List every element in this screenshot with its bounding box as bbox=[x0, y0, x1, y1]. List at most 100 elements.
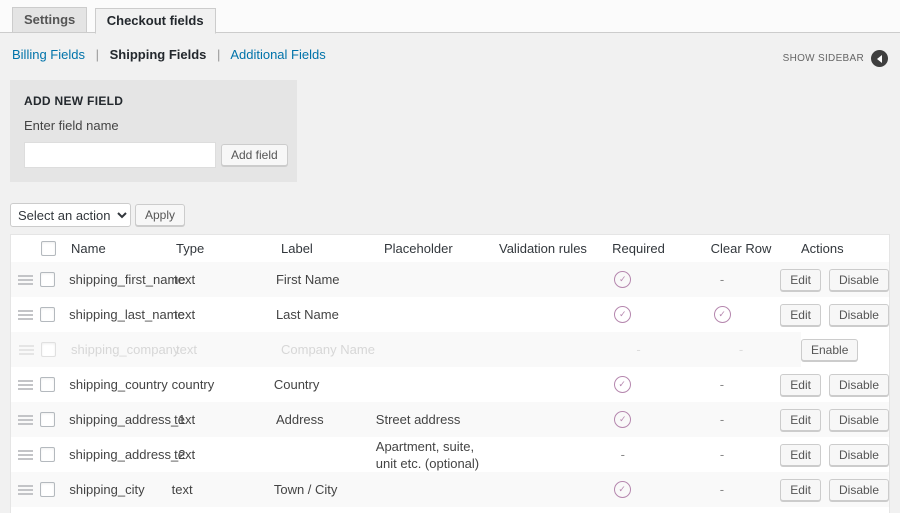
left-arrow-icon bbox=[877, 55, 882, 63]
drag-handle-icon[interactable] bbox=[18, 275, 33, 277]
show-sidebar-label: SHOW SIDEBAR bbox=[783, 53, 864, 64]
clear-row-dash: - bbox=[720, 481, 724, 498]
required-cell: ✓ bbox=[582, 297, 664, 332]
checkbox-cell bbox=[41, 332, 71, 367]
drag-handle-icon[interactable] bbox=[19, 345, 34, 347]
column-header-actions: Actions bbox=[801, 235, 889, 262]
enable-button[interactable]: Enable bbox=[801, 339, 858, 361]
required-cell: - bbox=[596, 332, 681, 367]
table-row: shipping_citytextTown / City✓-EditDisabl… bbox=[11, 472, 889, 507]
apply-button[interactable]: Apply bbox=[135, 204, 185, 226]
field-type: text bbox=[174, 297, 276, 332]
column-header-required: Required bbox=[596, 235, 681, 262]
clear-row-check-icon: ✓ bbox=[714, 306, 731, 323]
drag-handle-icon[interactable] bbox=[18, 450, 33, 452]
drag-handle-cell bbox=[11, 507, 40, 513]
row-checkbox[interactable] bbox=[40, 482, 55, 497]
clear-row-cell: - bbox=[681, 332, 801, 367]
field-placeholder: Apartment, suite, unit etc. (optional) bbox=[376, 437, 488, 472]
edit-button[interactable]: Edit bbox=[780, 479, 821, 501]
field-name-input[interactable] bbox=[24, 142, 216, 168]
actions-cell: EditDisable bbox=[780, 507, 889, 513]
field-name: shipping_last_name bbox=[69, 297, 174, 332]
field-type: state bbox=[172, 507, 274, 513]
add-new-field-title: ADD NEW FIELD bbox=[24, 94, 283, 108]
subnav-additional-fields[interactable]: Additional Fields bbox=[230, 47, 325, 62]
bulk-actions-bar: Select an action Apply bbox=[10, 203, 900, 227]
field-placeholder: Street address bbox=[376, 402, 488, 437]
edit-button[interactable]: Edit bbox=[780, 444, 821, 466]
field-type: text bbox=[176, 332, 281, 367]
edit-button[interactable]: Edit bbox=[780, 304, 821, 326]
disable-button[interactable]: Disable bbox=[829, 444, 889, 466]
row-checkbox[interactable] bbox=[40, 307, 55, 322]
row-checkbox[interactable] bbox=[40, 272, 55, 287]
field-validation-rules: state bbox=[486, 507, 580, 513]
drag-handle-icon[interactable] bbox=[18, 485, 33, 487]
row-checkbox[interactable] bbox=[40, 377, 55, 392]
edit-button[interactable]: Edit bbox=[780, 374, 821, 396]
edit-button[interactable]: Edit bbox=[780, 269, 821, 291]
select-all-checkbox[interactable] bbox=[41, 241, 56, 256]
row-checkbox[interactable] bbox=[40, 447, 55, 462]
disable-button[interactable]: Disable bbox=[829, 479, 889, 501]
table-row: shipping_last_nametextLast Name✓✓EditDis… bbox=[11, 297, 889, 332]
field-placeholder bbox=[376, 262, 488, 297]
column-header-placeholder: Placeholder bbox=[384, 235, 499, 262]
drag-handle-cell bbox=[11, 437, 40, 472]
drag-handle-cell bbox=[11, 402, 40, 437]
field-name: shipping_first_name bbox=[69, 262, 174, 297]
row-checkbox[interactable] bbox=[41, 342, 56, 357]
add-field-button[interactable]: Add field bbox=[221, 144, 288, 166]
table-row: shipping_statestateState / Countystate✓-… bbox=[11, 507, 889, 513]
checkbox-cell bbox=[40, 262, 69, 297]
required-cell: - bbox=[582, 437, 664, 472]
disable-button[interactable]: Disable bbox=[829, 269, 889, 291]
disable-button[interactable]: Disable bbox=[829, 374, 889, 396]
checkbox-cell bbox=[40, 367, 69, 402]
tab-checkout-fields[interactable]: Checkout fields bbox=[95, 8, 216, 34]
drag-handle-icon[interactable] bbox=[18, 310, 33, 312]
required-cell: ✓ bbox=[582, 402, 664, 437]
required-dash: - bbox=[621, 446, 625, 463]
drag-handle-icon[interactable] bbox=[18, 380, 33, 382]
subnav-shipping-fields[interactable]: Shipping Fields bbox=[110, 47, 207, 62]
drag-handle-icon[interactable] bbox=[18, 415, 33, 417]
field-validation-rules bbox=[488, 402, 582, 437]
tab-settings[interactable]: Settings bbox=[12, 7, 87, 33]
row-checkbox[interactable] bbox=[40, 412, 55, 427]
field-name: shipping_city bbox=[69, 472, 171, 507]
disable-button[interactable]: Disable bbox=[829, 409, 889, 431]
table-body: shipping_first_nametextFirst Name✓-EditD… bbox=[11, 262, 889, 513]
actions-cell: Edit Disable bbox=[780, 472, 889, 507]
field-label: Town / City bbox=[274, 472, 374, 507]
field-validation-rules bbox=[486, 367, 580, 402]
field-validation-rules bbox=[488, 297, 582, 332]
clear-row-dash: - bbox=[720, 446, 724, 463]
checkbox-cell bbox=[40, 297, 69, 332]
field-name: shipping_state bbox=[69, 507, 171, 513]
checkout-fields-table: Name Type Label Placeholder Validation r… bbox=[10, 234, 890, 513]
disable-button[interactable]: Disable bbox=[829, 304, 889, 326]
field-validation-rules bbox=[499, 332, 596, 367]
checkbox-cell bbox=[40, 437, 69, 472]
field-type: text bbox=[174, 437, 276, 472]
field-placeholder bbox=[384, 332, 499, 367]
checkbox-cell bbox=[40, 472, 69, 507]
column-header-clear-row: Clear Row bbox=[681, 235, 801, 262]
subnav-billing-fields[interactable]: Billing Fields bbox=[12, 47, 85, 62]
show-sidebar-toggle[interactable]: SHOW SIDEBAR bbox=[783, 50, 888, 67]
circle-left-arrow-icon[interactable] bbox=[871, 50, 888, 67]
clear-row-dash: - bbox=[720, 411, 724, 428]
field-validation-rules bbox=[488, 262, 582, 297]
required-check-icon: ✓ bbox=[614, 271, 631, 288]
bulk-action-select[interactable]: Select an action bbox=[10, 203, 131, 227]
required-cell: ✓ bbox=[582, 262, 664, 297]
edit-button[interactable]: Edit bbox=[780, 409, 821, 431]
required-cell: ✓ bbox=[581, 367, 664, 402]
field-type: country bbox=[172, 367, 274, 402]
field-label: Country bbox=[274, 367, 374, 402]
field-name: shipping_address_1 bbox=[69, 402, 174, 437]
checkbox-cell bbox=[40, 402, 69, 437]
select-all-cell bbox=[41, 235, 71, 262]
